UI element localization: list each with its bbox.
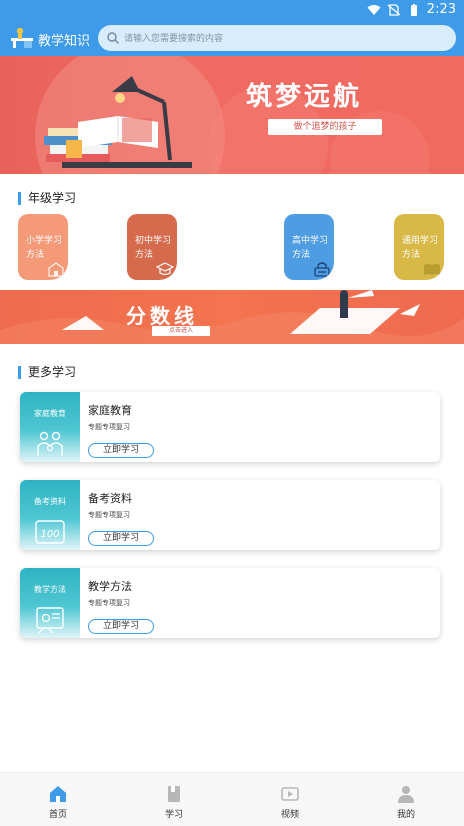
book-icon	[424, 264, 440, 275]
app-logo-icon	[11, 27, 33, 48]
thumb-label: 家庭教育	[34, 409, 66, 418]
search-icon	[107, 32, 119, 44]
score-banner-illustration	[0, 290, 464, 344]
top-bar: 2:23 教学知识 请输入您需要搜索的内容	[0, 0, 464, 56]
tab-video[interactable]: 视频	[232, 773, 348, 826]
grade-card-high[interactable]: 高中学习方法	[284, 214, 334, 280]
study-card-exam-materials[interactable]: 备考资料 100 备考资料 专题专项复习 立即学习	[20, 480, 440, 550]
card-title: 备考资料	[88, 492, 132, 505]
no-sim-icon	[387, 3, 401, 16]
score-banner-subtitle: 点击进入	[152, 326, 210, 336]
status-time: 2:23	[426, 2, 456, 17]
grade-card-middle[interactable]: 初中学习方法	[127, 214, 177, 280]
tab-study[interactable]: 学习	[116, 773, 232, 826]
tab-home[interactable]: 首页	[0, 773, 116, 826]
card-thumbnail: 教学方法	[20, 568, 80, 638]
card-title: 教学方法	[88, 580, 132, 593]
school-icon	[48, 262, 64, 277]
learn-now-button[interactable]: 立即学习	[88, 443, 154, 458]
tab-label: 首页	[48, 810, 67, 820]
tab-label: 视频	[280, 810, 299, 820]
learn-now-button[interactable]: 立即学习	[88, 531, 154, 546]
banner-subtitle: 做个追梦的孩子	[268, 119, 382, 135]
family-icon	[37, 431, 63, 456]
book-icon	[168, 786, 180, 802]
grade-card-primary[interactable]: 小学学习方法	[18, 214, 68, 280]
learn-now-button[interactable]: 立即学习	[88, 619, 154, 634]
lock-icon	[314, 262, 330, 277]
card-subtitle: 专题专项复习	[88, 599, 130, 607]
tab-label: 学习	[164, 810, 183, 820]
card-thumbnail: 家庭教育	[20, 392, 80, 462]
video-icon	[281, 787, 299, 801]
score-banner-title: 分数线	[126, 304, 198, 328]
score-line-banner[interactable]: 分数线 点击进入	[0, 290, 464, 344]
section-title-grade: 年级学习	[18, 192, 76, 205]
search-placeholder: 请输入您需要搜索的内容	[124, 34, 224, 44]
card-thumbnail: 备考资料 100	[20, 480, 80, 550]
battery-icon	[410, 3, 417, 16]
wifi-icon	[367, 4, 381, 15]
app-title: 教学知识	[38, 34, 91, 49]
score-100-icon: 100	[35, 520, 65, 544]
card-subtitle: 专题专项复习	[88, 423, 130, 431]
grade-card-label: 高中学习方法	[292, 236, 329, 260]
status-icons: 2:23	[367, 2, 456, 17]
home-icon	[50, 786, 66, 802]
study-card-teaching-methods[interactable]: 教学方法 教学方法 专题专项复习 立即学习	[20, 568, 440, 638]
tab-label: 我的	[396, 810, 415, 820]
study-card-family-education[interactable]: 家庭教育 家庭教育 专题专项复习 立即学习	[20, 392, 440, 462]
grade-card-general[interactable]: 通用学习方法	[394, 214, 444, 280]
bottom-tab-bar: 首页 学习 视频 我的	[0, 772, 464, 826]
thumb-label: 教学方法	[34, 585, 66, 594]
header: 教学知识 请输入您需要搜索的内容	[0, 24, 464, 54]
section-title-more: 更多学习	[18, 366, 76, 379]
svg-text:100: 100	[40, 529, 59, 540]
grade-card-label: 通用学习方法	[402, 236, 439, 260]
user-icon	[398, 786, 414, 803]
grade-card-label: 初中学习方法	[135, 236, 172, 260]
card-title: 家庭教育	[88, 404, 132, 417]
banner-illustration	[35, 56, 430, 174]
status-bar: 2:23	[0, 0, 464, 20]
banner-title: 筑梦远航	[246, 82, 363, 112]
teacher-board-icon	[36, 607, 64, 634]
hero-banner[interactable]: 筑梦远航 做个追梦的孩子	[0, 56, 464, 174]
graduation-cap-icon	[156, 262, 174, 276]
tab-mine[interactable]: 我的	[348, 773, 464, 826]
search-input[interactable]: 请输入您需要搜索的内容	[98, 25, 456, 51]
card-subtitle: 专题专项复习	[88, 511, 130, 519]
grade-card-label: 小学学习方法	[26, 236, 63, 260]
thumb-label: 备考资料	[34, 497, 66, 506]
